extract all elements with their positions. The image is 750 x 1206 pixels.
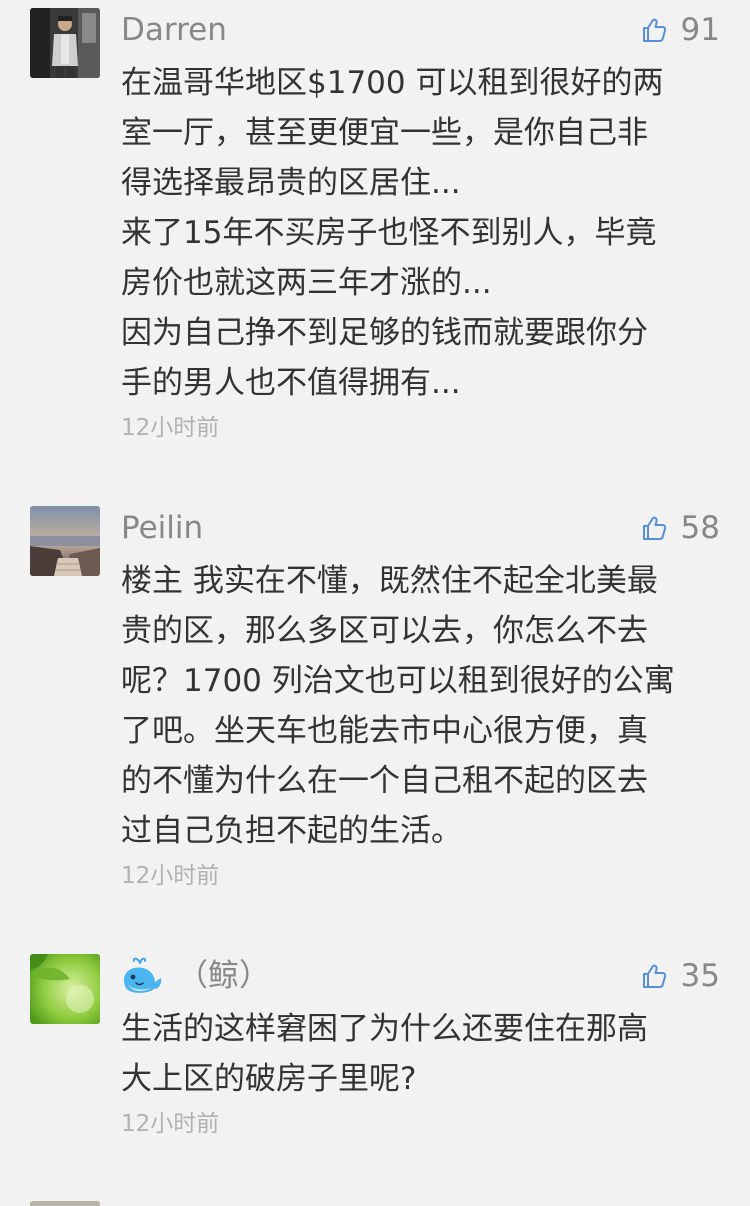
like-count: 35 (680, 958, 720, 994)
comment-header: （鲸） (121, 954, 270, 998)
comment-text: 楼主 我实在不懂，既然住不起全北美最 贵的区，那么多区可以去，你怎么不去 呢？1… (121, 563, 675, 849)
avatar[interactable] (30, 1201, 100, 1206)
like-button[interactable]: 58 (641, 508, 720, 548)
comment-text: 在温哥华地区$1700 可以租到很好的两 室一厅，甚至更便宜一些，是你自己非 得… (121, 65, 664, 401)
username[interactable]: Peilin (121, 506, 203, 550)
username-text: （鲸） (177, 958, 270, 994)
like-button[interactable]: 35 (641, 956, 720, 996)
like-count: 91 (680, 12, 720, 48)
username[interactable]: Darren (121, 8, 227, 52)
username[interactable]: （鲸） (121, 954, 270, 998)
thumbs-up-icon (642, 964, 666, 988)
comment-time: 12小时前 (121, 863, 220, 889)
avatar[interactable] (30, 506, 100, 576)
comment-text: 生活的这样窘困了为什么还要住在那高 大上区的破房子里呢? (121, 1011, 648, 1097)
avatar[interactable] (30, 8, 100, 78)
comment-header: Darren (121, 8, 227, 52)
like-count: 58 (680, 510, 720, 546)
comment-header: Peilin (121, 506, 203, 550)
thumbs-up-icon (642, 18, 666, 42)
whale-icon (124, 957, 162, 993)
like-button[interactable]: 91 (641, 10, 720, 50)
comment-time: 12小时前 (121, 415, 220, 441)
avatar[interactable] (30, 954, 100, 1024)
thumbs-up-icon (642, 516, 666, 540)
comment-time: 12小时前 (121, 1111, 220, 1137)
